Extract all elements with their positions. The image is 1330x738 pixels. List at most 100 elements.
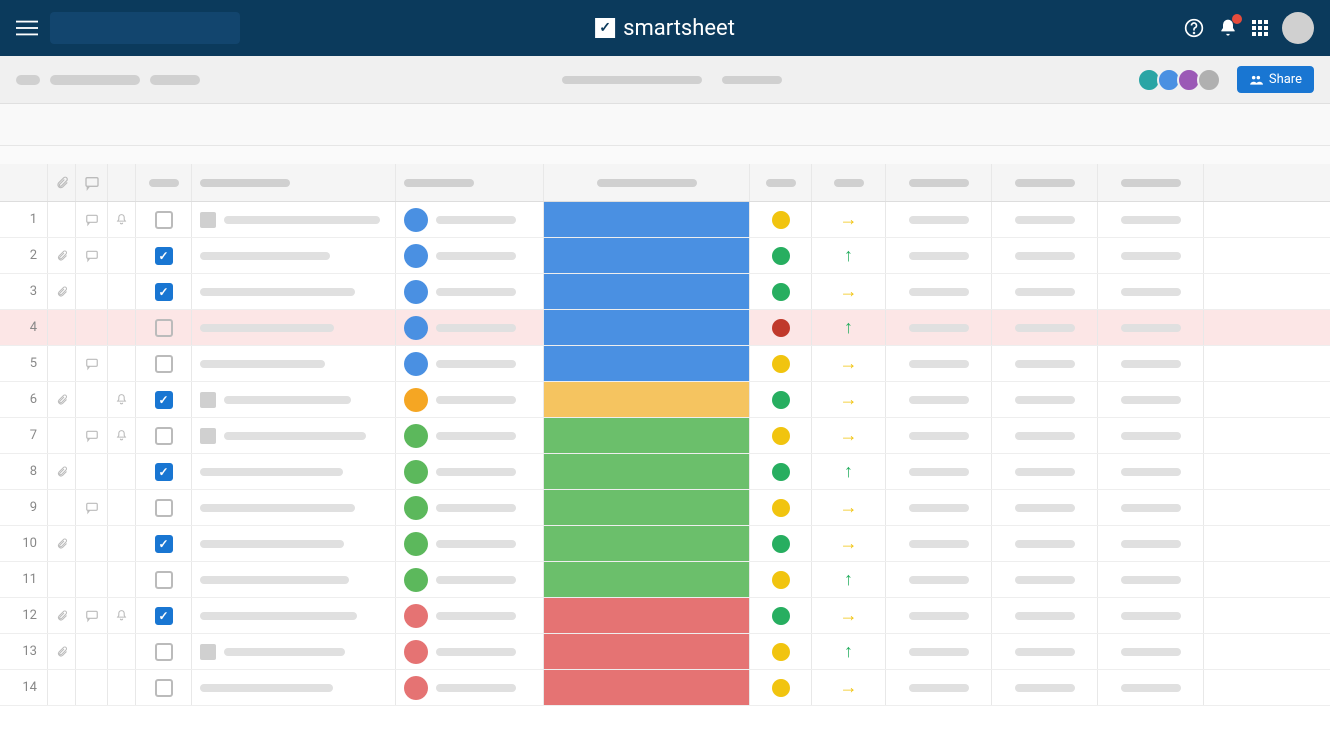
trend-cell[interactable]: → (812, 382, 886, 417)
comment-cell[interactable] (76, 310, 108, 345)
extra-cell[interactable] (1098, 238, 1204, 273)
owner-cell[interactable] (396, 310, 544, 345)
health-cell[interactable] (750, 454, 812, 489)
trend-cell[interactable]: ↑ (812, 634, 886, 669)
checkbox[interactable] (155, 319, 173, 337)
trend-cell[interactable]: → (812, 526, 886, 561)
reminder-cell[interactable] (108, 418, 136, 453)
trend-cell[interactable]: ↑ (812, 454, 886, 489)
help-icon[interactable] (1184, 18, 1204, 38)
task-cell[interactable] (192, 526, 396, 561)
extra-cell[interactable] (992, 418, 1098, 453)
reminder-cell[interactable] (108, 634, 136, 669)
task-cell[interactable] (192, 418, 396, 453)
comment-cell[interactable] (76, 562, 108, 597)
task-cell[interactable] (192, 382, 396, 417)
status-cell[interactable] (544, 454, 750, 489)
attachment-cell[interactable] (48, 346, 76, 381)
extra-cell[interactable] (886, 310, 992, 345)
extra-cell[interactable] (886, 274, 992, 309)
table-row[interactable]: 13↑ (0, 634, 1330, 670)
comment-cell[interactable] (76, 202, 108, 237)
attachment-cell[interactable] (48, 310, 76, 345)
extra-cell[interactable] (1098, 454, 1204, 489)
health-cell[interactable] (750, 274, 812, 309)
sheet-icon[interactable] (16, 75, 40, 85)
extra-cell[interactable] (992, 634, 1098, 669)
column-header-reminders[interactable] (108, 164, 136, 201)
column-header-status[interactable] (544, 164, 750, 201)
extra-cell[interactable] (1098, 346, 1204, 381)
task-cell[interactable] (192, 238, 396, 273)
extra-cell[interactable] (1098, 418, 1204, 453)
extra-cell[interactable] (886, 598, 992, 633)
checkbox[interactable] (155, 355, 173, 373)
reminder-cell[interactable] (108, 274, 136, 309)
attachment-cell[interactable] (48, 238, 76, 273)
comment-cell[interactable] (76, 598, 108, 633)
extra-cell[interactable] (992, 670, 1098, 705)
table-row[interactable]: 3→ (0, 274, 1330, 310)
apps-grid-icon[interactable] (1252, 20, 1268, 36)
extra-cell[interactable] (992, 526, 1098, 561)
health-cell[interactable] (750, 382, 812, 417)
search-input[interactable] (50, 12, 240, 44)
table-row[interactable]: 6→ (0, 382, 1330, 418)
extra-cell[interactable] (992, 562, 1098, 597)
status-cell[interactable] (544, 670, 750, 705)
extra-cell[interactable] (886, 346, 992, 381)
health-cell[interactable] (750, 310, 812, 345)
trend-cell[interactable]: → (812, 418, 886, 453)
extra-cell[interactable] (1098, 382, 1204, 417)
hamburger-menu-icon[interactable] (16, 17, 38, 39)
trend-cell[interactable]: → (812, 202, 886, 237)
attachment-cell[interactable] (48, 382, 76, 417)
column-header-extra1[interactable] (886, 164, 992, 201)
owner-cell[interactable] (396, 274, 544, 309)
checkbox[interactable] (155, 679, 173, 697)
table-row[interactable]: 14→ (0, 670, 1330, 706)
extra-cell[interactable] (886, 202, 992, 237)
extra-cell[interactable] (886, 418, 992, 453)
extra-cell[interactable] (886, 526, 992, 561)
status-cell[interactable] (544, 598, 750, 633)
owner-cell[interactable] (396, 238, 544, 273)
health-cell[interactable] (750, 418, 812, 453)
comment-cell[interactable] (76, 490, 108, 525)
checkbox[interactable] (155, 535, 173, 553)
extra-cell[interactable] (886, 490, 992, 525)
trend-cell[interactable]: → (812, 490, 886, 525)
reminder-cell[interactable] (108, 598, 136, 633)
checkbox-cell[interactable] (136, 634, 192, 669)
extra-cell[interactable] (886, 454, 992, 489)
checkbox-cell[interactable] (136, 418, 192, 453)
reminder-cell[interactable] (108, 238, 136, 273)
owner-cell[interactable] (396, 382, 544, 417)
owner-cell[interactable] (396, 562, 544, 597)
table-row[interactable]: 7→ (0, 418, 1330, 454)
checkbox-cell[interactable] (136, 238, 192, 273)
comment-cell[interactable] (76, 274, 108, 309)
checkbox[interactable] (155, 571, 173, 589)
status-cell[interactable] (544, 202, 750, 237)
health-cell[interactable] (750, 346, 812, 381)
sheet-name[interactable] (50, 75, 140, 85)
table-row[interactable]: 12→ (0, 598, 1330, 634)
extra-cell[interactable] (886, 562, 992, 597)
task-cell[interactable] (192, 670, 396, 705)
extra-cell[interactable] (1098, 490, 1204, 525)
status-cell[interactable] (544, 490, 750, 525)
owner-cell[interactable] (396, 598, 544, 633)
owner-cell[interactable] (396, 490, 544, 525)
task-cell[interactable] (192, 274, 396, 309)
task-cell[interactable] (192, 310, 396, 345)
reminder-cell[interactable] (108, 490, 136, 525)
attachment-cell[interactable] (48, 490, 76, 525)
health-cell[interactable] (750, 238, 812, 273)
checkbox-cell[interactable] (136, 454, 192, 489)
checkbox[interactable] (155, 499, 173, 517)
health-cell[interactable] (750, 598, 812, 633)
checkbox[interactable] (155, 211, 173, 229)
checkbox[interactable] (155, 463, 173, 481)
status-cell[interactable] (544, 274, 750, 309)
